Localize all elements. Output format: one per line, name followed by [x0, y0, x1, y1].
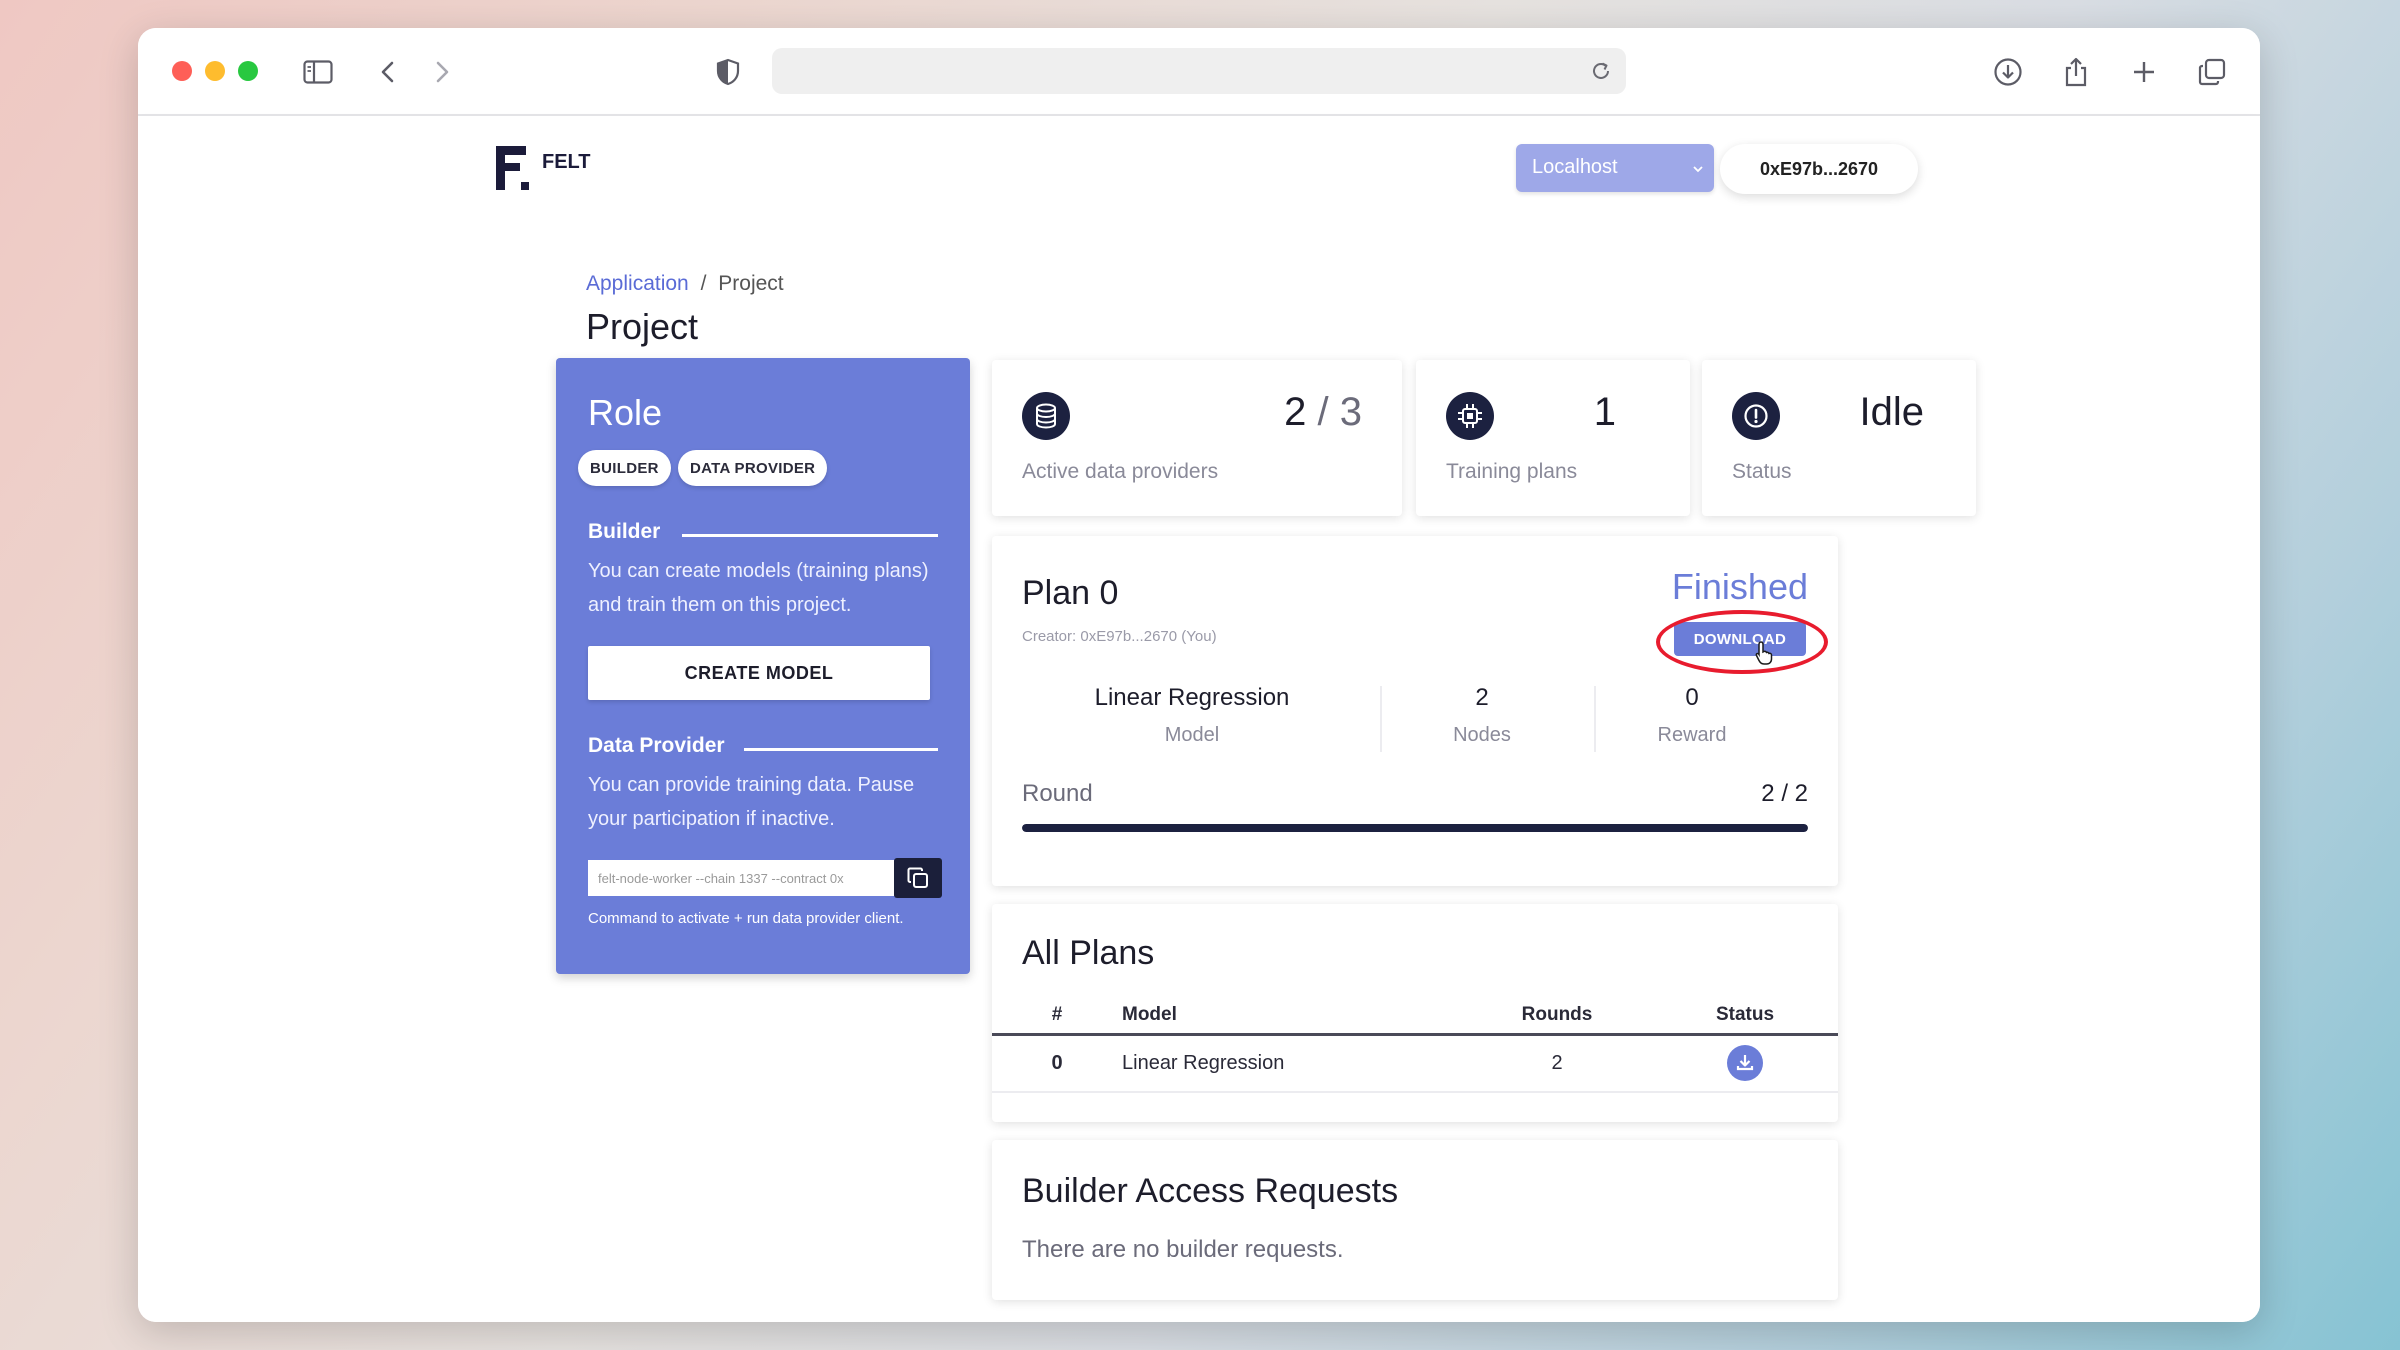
- minimize-window-button[interactable]: [205, 61, 225, 81]
- stat-card-status: Idle Status: [1702, 360, 1976, 516]
- metric-reward: 0 Reward: [1612, 684, 1772, 747]
- share-icon[interactable]: [2056, 52, 2096, 92]
- app-name: FELT: [542, 150, 591, 173]
- wallet-address-button[interactable]: 0xE97b...2670: [1720, 144, 1918, 194]
- wallet-address: 0xE97b...2670: [1759, 158, 1879, 179]
- page-content: Application / Project Project Role BUILD…: [138, 250, 2260, 1322]
- network-select[interactable]: Localhost: [1516, 144, 1714, 192]
- plan-title: Plan 0: [1022, 574, 1119, 612]
- downloads-icon[interactable]: [1988, 52, 2028, 92]
- plan-index-cell: 0: [992, 1034, 1122, 1093]
- plan-model-cell: Linear Regression: [1122, 1034, 1462, 1093]
- metric-model-value: Linear Regression: [1094, 684, 1290, 711]
- plans-table-header: # Model Rounds Status: [992, 998, 1838, 1036]
- worker-command-field[interactable]: [588, 860, 894, 896]
- stat-label-status: Status: [1732, 460, 1792, 483]
- plan-status: Finished: [1671, 566, 1808, 607]
- breadcrumb-current: Project: [718, 272, 784, 295]
- cpu-chip-icon: [1446, 392, 1494, 440]
- metric-divider: [1594, 686, 1596, 752]
- metric-model: Linear Regression Model: [1062, 684, 1322, 747]
- data-provider-divider: [744, 748, 938, 751]
- builder-requests-empty: There are no builder requests.: [1022, 1236, 1344, 1263]
- data-provider-heading: Data Provider: [588, 734, 725, 757]
- back-icon[interactable]: [368, 52, 408, 92]
- column-header-model: Model: [1122, 998, 1462, 1036]
- breadcrumb-application-link[interactable]: Application: [586, 272, 689, 295]
- highlight-ring: [1656, 610, 1828, 674]
- felt-logo[interactable]: FELT: [494, 144, 591, 192]
- page-title: Project: [586, 306, 699, 347]
- builder-requests-card: Builder Access Requests There are no bui…: [992, 1140, 1838, 1300]
- stat-card-training-plans: 1 Training plans: [1416, 360, 1690, 516]
- metric-nodes-value: 2: [1475, 684, 1489, 711]
- metric-reward-label: Reward: [1657, 724, 1727, 746]
- plans-table: # Model Rounds Status 0 Linear Regressio…: [992, 998, 1838, 1093]
- zoom-window-button[interactable]: [238, 61, 258, 81]
- chevron-down-icon: [1692, 158, 1704, 181]
- stat-value-status: Idle: [1859, 390, 1925, 434]
- round-progress-fill: [1022, 824, 1808, 832]
- stat-value-data-providers: 2 / 3: [1284, 390, 1362, 435]
- builder-divider: [682, 534, 938, 537]
- active-providers-count: 2: [1284, 390, 1307, 434]
- browser-toolbar: [138, 28, 2260, 116]
- close-window-button[interactable]: [172, 61, 192, 81]
- metric-nodes: 2 Nodes: [1402, 684, 1562, 747]
- data-provider-description: You can provide training data. Pause you…: [588, 774, 915, 830]
- round-progress-bar: [1022, 824, 1808, 832]
- copy-icon: [907, 867, 928, 888]
- shield-icon[interactable]: [708, 52, 748, 92]
- all-plans-card: All Plans # Model Rounds Status 0 Linear…: [992, 904, 1838, 1122]
- network-select-value: Localhost: [1532, 156, 1618, 178]
- plan-status-cell: [1652, 1034, 1838, 1093]
- column-header-rounds: Rounds: [1462, 998, 1652, 1036]
- breadcrumb: Application / Project: [586, 272, 784, 296]
- database-icon: [1022, 392, 1070, 440]
- plan-rounds-cell: 2: [1462, 1034, 1652, 1093]
- download-icon[interactable]: [1727, 1045, 1763, 1082]
- column-header-index: #: [992, 998, 1122, 1036]
- builder-requests-title: Builder Access Requests: [1022, 1172, 1399, 1210]
- new-tab-icon[interactable]: [2124, 52, 2164, 92]
- metric-reward-value: 0: [1685, 684, 1699, 711]
- metric-divider: [1380, 686, 1382, 752]
- builder-heading: Builder: [588, 520, 661, 543]
- alert-circle-icon: [1732, 392, 1780, 440]
- stat-card-data-providers: 2 / 3 Active data providers: [992, 360, 1402, 516]
- column-header-status: Status: [1652, 998, 1838, 1036]
- role-card: Role BUILDER DATA PROVIDER Builder You c…: [556, 358, 970, 974]
- reload-icon[interactable]: [1582, 52, 1620, 90]
- plan-creator: Creator: 0xE97b...2670 (You): [1022, 628, 1217, 645]
- builder-description: You can create models (training plans) a…: [588, 560, 929, 616]
- chip-data-provider[interactable]: DATA PROVIDER: [678, 450, 828, 486]
- stat-label-training-plans: Training plans: [1446, 460, 1578, 483]
- total-providers: / 3: [1317, 390, 1362, 434]
- hand-cursor-icon: [1755, 641, 1773, 665]
- felt-logo-mark-icon: [496, 146, 529, 190]
- tab-overview-icon[interactable]: [2192, 52, 2232, 92]
- chip-builder[interactable]: BUILDER: [578, 450, 671, 486]
- forward-icon[interactable]: [422, 52, 462, 92]
- address-bar[interactable]: [772, 48, 1626, 94]
- metric-model-label: Model: [1164, 724, 1220, 746]
- stat-value-training-plans: 1: [1593, 390, 1616, 434]
- app-header: FELT Localhost 0xE97b...2670: [138, 116, 2260, 250]
- create-model-button[interactable]: CREATE MODEL: [588, 646, 930, 700]
- role-title: Role: [588, 392, 663, 433]
- breadcrumb-separator: /: [700, 272, 707, 295]
- table-row[interactable]: 0 Linear Regression 2: [992, 1034, 1838, 1093]
- plan-card: Plan 0 Creator: 0xE97b...2670 (You) Fini…: [992, 536, 1838, 886]
- metric-nodes-label: Nodes: [1453, 724, 1511, 746]
- command-hint: Command to activate + run data provider …: [588, 910, 904, 927]
- all-plans-title: All Plans: [1022, 934, 1155, 972]
- round-value: 2 / 2: [1761, 780, 1808, 807]
- stat-label-data-providers: Active data providers: [1022, 460, 1219, 483]
- browser-window: FELT Localhost 0xE97b...2670 Application…: [138, 28, 2260, 1322]
- sidebar-toggle-icon[interactable]: [298, 52, 338, 92]
- copy-command-button[interactable]: [894, 858, 942, 898]
- round-label: Round: [1022, 780, 1093, 807]
